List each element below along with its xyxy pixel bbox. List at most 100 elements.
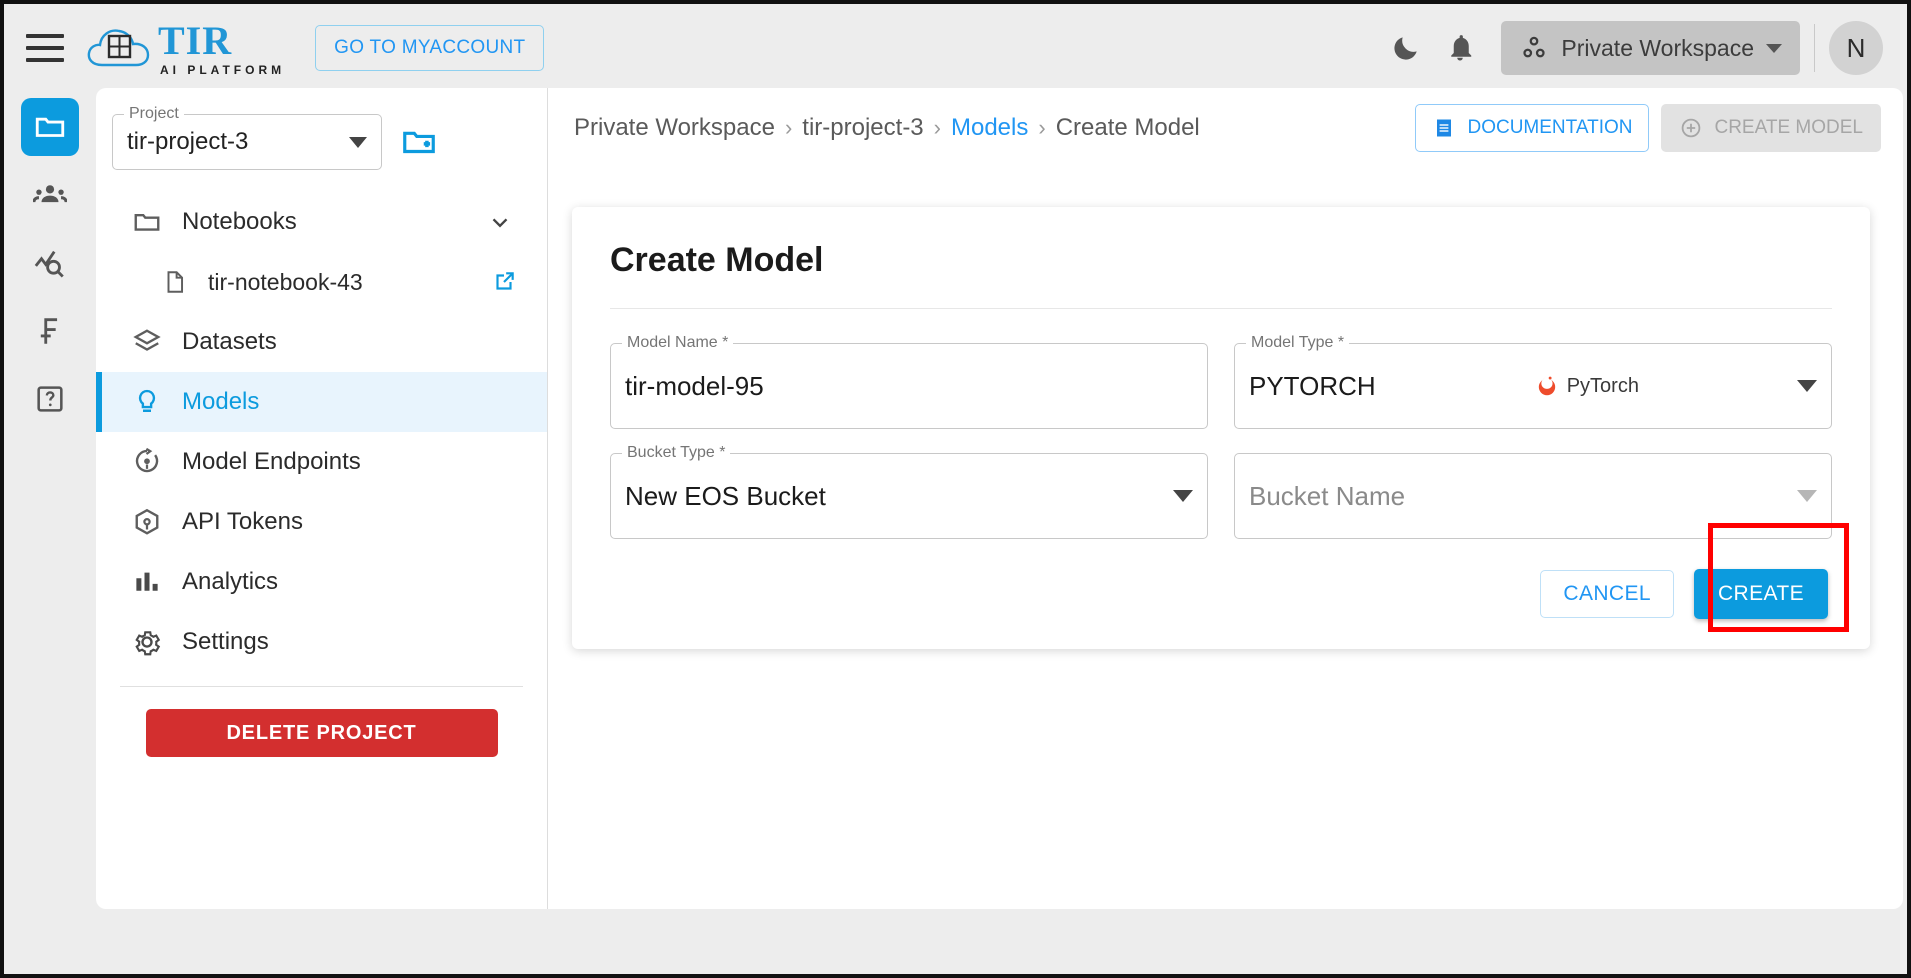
document-icon xyxy=(1437,119,1452,137)
new-folder-icon xyxy=(403,131,435,154)
breadcrumb-separator: › xyxy=(1038,115,1046,140)
delete-project-button[interactable]: DELETE PROJECT xyxy=(145,709,498,757)
folder-icon xyxy=(134,213,160,231)
bucket-type-value: New EOS Bucket xyxy=(625,480,826,511)
page-title: Create Model xyxy=(610,241,824,279)
sidebar-item-tir-notebook-43[interactable]: tir-notebook-43 xyxy=(96,252,547,312)
go-to-myaccount-button[interactable]: GO TO MYACCOUNT xyxy=(315,25,545,71)
model-name-field[interactable]: Model Name * tir-model-95 xyxy=(610,334,1208,429)
breadcrumb-bar: Private Workspace › tir-project-3 › Mode… xyxy=(548,88,1903,168)
project-selector-row: Project tir-project-3 xyxy=(96,88,547,170)
sidebar-item-settings[interactable]: Settings xyxy=(96,612,547,672)
documentation-button[interactable]: DOCUMENTATION xyxy=(1415,104,1650,152)
main-content: Private Workspace › tir-project-3 › Mode… xyxy=(548,88,1903,909)
bucket-name-placeholder: Bucket Name xyxy=(1249,480,1406,511)
endpoint-icon xyxy=(135,447,159,473)
breadcrumb-item-workspace[interactable]: Private Workspace xyxy=(574,114,775,142)
create-model-form: Model Name * tir-model-95 Model Type * P… xyxy=(610,334,1832,539)
documentation-label: DOCUMENTATION xyxy=(1467,117,1633,138)
content-toolbar: DOCUMENTATION CREATE MODEL xyxy=(1415,104,1881,152)
card-divider xyxy=(610,308,1832,309)
workspace-selector[interactable]: Private Workspace xyxy=(1501,21,1800,75)
sidebar-item-label: API Tokens xyxy=(182,508,303,535)
team-icon xyxy=(33,185,67,203)
rail-item-team[interactable] xyxy=(21,166,79,224)
top-header-bar: TIR AI PLATFORM GO TO MYACCOUNT Private … xyxy=(8,8,1903,88)
chevron-down-icon xyxy=(349,136,367,148)
chevron-down-icon[interactable] xyxy=(1797,380,1817,392)
project-select[interactable]: Project tir-project-3 xyxy=(112,105,382,170)
rail-item-monitoring[interactable] xyxy=(21,234,79,292)
folder-icon xyxy=(35,117,65,137)
breadcrumb-item-project[interactable]: tir-project-3 xyxy=(802,114,923,142)
bar-chart-icon xyxy=(136,572,158,591)
sidebar-item-analytics[interactable]: Analytics xyxy=(96,552,547,612)
sidebar-item-models[interactable]: Models xyxy=(96,372,547,432)
sidebar-nav-list: Notebooks tir-notebook-43 Datasets Model… xyxy=(96,192,547,757)
model-name-input[interactable]: tir-model-95 xyxy=(625,371,764,402)
bucket-name-field[interactable]: Bucket Name xyxy=(1234,453,1832,539)
lightbulb-icon xyxy=(138,389,156,412)
app-window: TIR AI PLATFORM GO TO MYACCOUNT Private … xyxy=(0,0,1911,978)
sidebar-item-model-endpoints[interactable]: Model Endpoints xyxy=(96,432,547,492)
pytorch-logo-icon xyxy=(1538,375,1555,396)
rail-item-projects[interactable] xyxy=(21,98,79,156)
cancel-button[interactable]: CANCEL xyxy=(1540,570,1674,618)
sidebar-item-label: Datasets xyxy=(182,328,277,355)
chevron-down-icon[interactable] xyxy=(487,209,513,235)
sidebar-item-notebooks[interactable]: Notebooks xyxy=(96,192,547,252)
chevron-down-icon[interactable] xyxy=(1173,490,1193,502)
sidebar-item-label: Notebooks xyxy=(182,208,297,235)
help-icon xyxy=(37,386,63,412)
sidebar-item-label: Models xyxy=(182,388,260,415)
form-actions: CANCEL CREATE xyxy=(610,569,1832,619)
bell-icon[interactable] xyxy=(1433,21,1487,75)
gear-icon xyxy=(135,631,161,656)
brand-name: TIR xyxy=(158,17,233,63)
brand-tagline: AI PLATFORM xyxy=(160,62,286,77)
workspace-label: Private Workspace xyxy=(1561,34,1754,61)
layers-icon xyxy=(133,329,161,351)
header-actions: Private Workspace N xyxy=(1379,21,1903,75)
hamburger-menu-icon[interactable] xyxy=(26,34,64,62)
bucket-type-label: Bucket Type * xyxy=(622,444,731,462)
rail-item-help[interactable] xyxy=(21,370,79,428)
file-icon xyxy=(167,271,184,293)
sidebar-divider xyxy=(120,686,523,687)
project-select-value: tir-project-3 xyxy=(127,128,249,155)
sidebar-item-label: Model Endpoints xyxy=(182,448,361,475)
analytics-search-icon xyxy=(34,250,64,278)
pytorch-label: PyTorch xyxy=(1566,374,1639,397)
breadcrumb: Private Workspace › tir-project-3 › Mode… xyxy=(574,114,1200,142)
cube-icon xyxy=(135,508,159,535)
create-model-toolbar-button[interactable]: CREATE MODEL xyxy=(1661,104,1881,152)
breadcrumb-separator: › xyxy=(784,115,793,140)
sidebar-item-api-tokens[interactable]: API Tokens xyxy=(96,492,547,552)
create-button[interactable]: CREATE xyxy=(1693,569,1828,619)
model-type-value: PYTORCH xyxy=(1249,370,1376,401)
sidebar-item-label: Settings xyxy=(182,628,269,655)
sidebar-item-label: Analytics xyxy=(182,568,279,595)
open-in-new-icon[interactable] xyxy=(491,269,517,295)
model-type-field[interactable]: Model Type * PYTORCH PyTorch xyxy=(1234,334,1832,429)
plus-circle-icon xyxy=(1682,118,1701,138)
chevron-down-icon xyxy=(1766,43,1782,53)
breadcrumb-separator: › xyxy=(933,115,941,140)
sidebar-item-datasets[interactable]: Datasets xyxy=(96,312,547,372)
bucket-type-field[interactable]: Bucket Type * New EOS Bucket xyxy=(610,444,1208,539)
model-name-label: Model Name * xyxy=(622,334,734,352)
new-project-button[interactable] xyxy=(396,119,442,165)
moon-icon[interactable] xyxy=(1379,21,1433,75)
workspace-dots-icon xyxy=(1523,36,1546,58)
pytorch-badge: PyTorch xyxy=(1534,372,1639,400)
rail-item-billing[interactable] xyxy=(21,302,79,360)
avatar[interactable]: N xyxy=(1829,21,1883,75)
model-type-label: Model Type * xyxy=(1246,334,1350,352)
project-select-label: Project xyxy=(124,105,184,123)
left-icon-rail xyxy=(8,88,92,970)
breadcrumb-item-models[interactable]: Models xyxy=(951,114,1028,142)
billing-icon xyxy=(40,318,58,344)
brand-logo: TIR AI PLATFORM xyxy=(86,17,286,77)
chevron-down-icon[interactable] xyxy=(1797,490,1817,502)
header-divider xyxy=(1814,24,1815,72)
